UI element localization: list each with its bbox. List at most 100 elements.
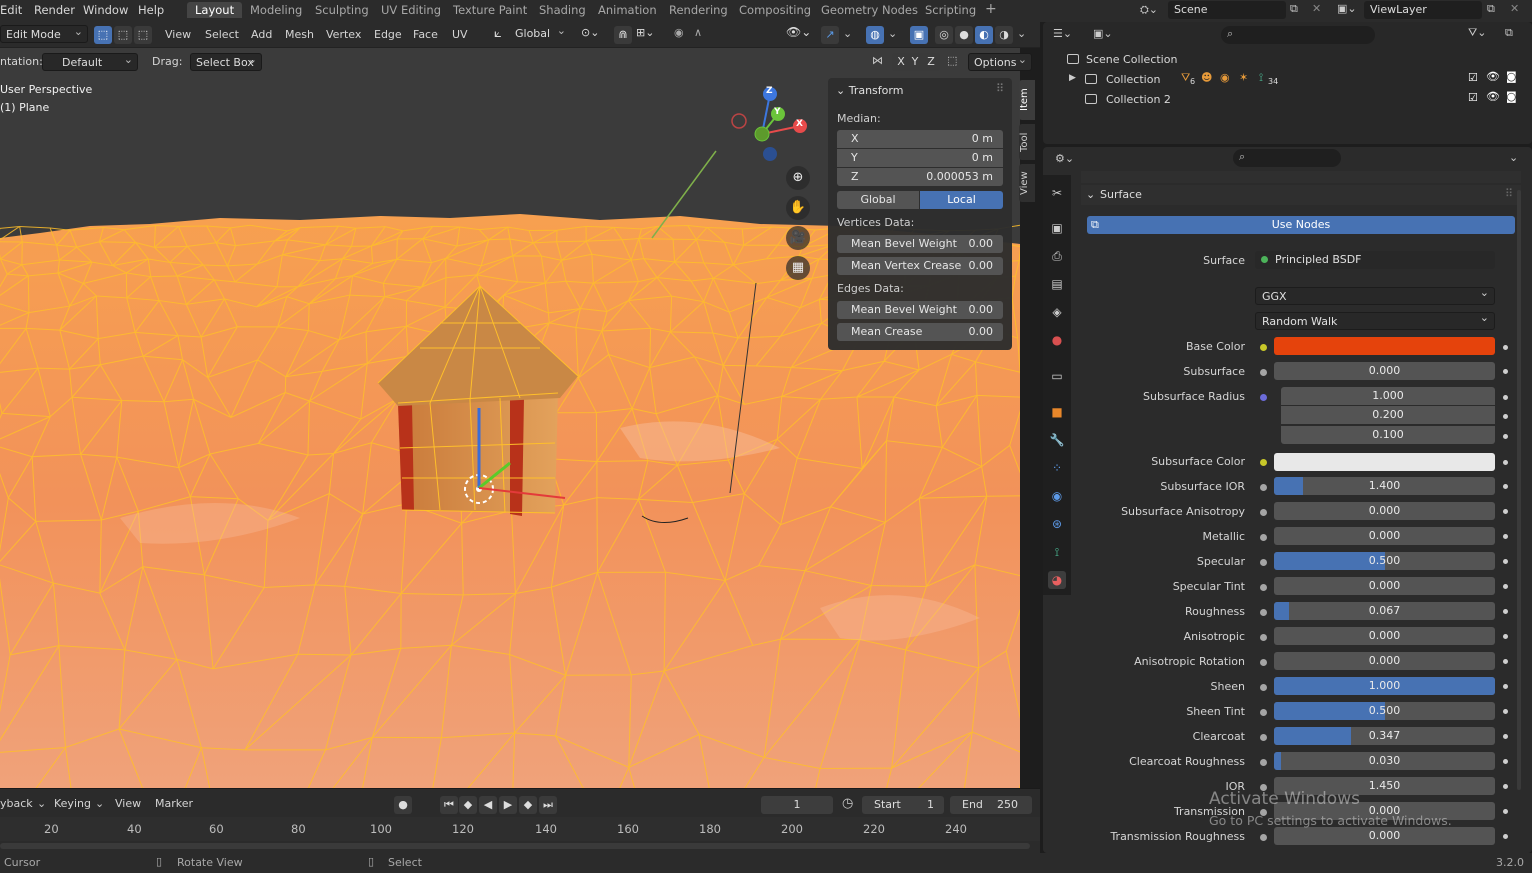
tab-view[interactable]: View [1019,164,1035,202]
keyframe-dot-icon[interactable] [1503,534,1508,539]
pivot-icon[interactable]: ⊙⌄ [581,26,599,39]
outliner-editor-icon[interactable]: ☰⌄ [1053,27,1072,40]
median-y-field[interactable]: Y 0 m [837,149,1003,167]
orientation-setting-dropdown[interactable]: Default [42,53,138,71]
next-keyframe-icon[interactable]: ◆ [519,796,537,814]
menu-help[interactable]: Help [138,3,164,17]
param-slider[interactable]: 0.500 [1274,552,1495,570]
keyframe-dot-icon[interactable] [1503,434,1508,439]
menu-window[interactable]: Window [83,3,128,17]
keyframe-dot-icon[interactable] [1503,414,1508,419]
prev-keyframe-icon[interactable]: ◆ [459,796,477,814]
marker-menu[interactable]: Marker [155,797,193,810]
tab-animation[interactable]: Animation [598,3,657,17]
modifier-tab-icon[interactable]: 🔧 [1048,431,1066,449]
param-slider[interactable]: 0.000 [1274,827,1495,845]
eye-icon[interactable]: 👁 [1486,70,1500,83]
edge-crease-field[interactable]: Mean Crease 0.00 [837,323,1003,341]
tab-scripting[interactable]: Scripting [925,3,976,17]
scene-icon[interactable]: ⛭⌄ [1140,3,1158,17]
drag-dropdown[interactable]: Select Box [190,53,262,71]
snap-target-icon[interactable]: ⊞⌄ [636,26,654,39]
param-socket[interactable] [1260,759,1267,766]
distribution-dropdown[interactable]: GGX [1255,286,1495,305]
expand-arrow-icon[interactable]: ▶ [1069,73,1076,83]
rendered-shading-icon[interactable]: ◑ [995,26,1013,44]
eye-icon[interactable]: 👁 [1486,90,1500,103]
tab-compositing[interactable]: Compositing [739,3,811,17]
param-socket[interactable] [1260,834,1267,841]
keyframe-dot-icon[interactable] [1503,809,1508,814]
timeline-scrollbar[interactable] [0,843,1030,849]
close-layer-icon[interactable]: ✕ [1510,2,1519,15]
keyframe-dot-icon[interactable] [1503,709,1508,714]
keyframe-dot-icon[interactable] [1503,369,1508,374]
display-mode-icon[interactable]: ▣⌄ [1093,27,1113,40]
menu-add[interactable]: Add [251,28,272,41]
keyframe-dot-icon[interactable] [1503,734,1508,739]
camera-render-icon[interactable]: ◙ [1506,70,1517,83]
param-slider[interactable]: 0.067 [1274,602,1495,620]
checkbox-icon[interactable]: ☑ [1468,71,1478,84]
param-socket[interactable] [1260,634,1267,641]
overlay-toggle-icon[interactable]: ◍ [866,26,884,44]
param-slider[interactable]: 0.000 [1274,577,1495,595]
drag-handle-icon[interactable]: ⠿ [1505,187,1513,200]
keyframe-dot-icon[interactable] [1503,634,1508,639]
material-tab-icon[interactable]: ◕ [1048,571,1066,589]
tab-uv-editing[interactable]: UV Editing [381,3,441,17]
keyframe-dot-icon[interactable] [1503,659,1508,664]
material-shading-icon[interactable]: ◐ [975,26,993,44]
subsurface-method-dropdown[interactable]: Random Walk [1255,311,1495,330]
vertex-select-icon[interactable]: ⬚ [94,26,112,44]
shading-menu-icon[interactable]: ⌄ [1017,27,1026,40]
param-socket[interactable] [1260,684,1267,691]
menu-render[interactable]: Render [34,3,75,17]
tab-shading[interactable]: Shading [539,3,586,17]
properties-menu-icon[interactable]: ⌄ [1509,151,1518,164]
param-slider[interactable]: 0.000 [1274,652,1495,670]
view-layer-field[interactable]: ViewLayer [1364,1,1482,19]
start-frame-field[interactable]: Start 1 [862,796,944,814]
surface-shader-field[interactable]: Principled BSDF [1255,251,1495,269]
view-layer-icon[interactable]: ▣⌄ [1337,2,1357,15]
constraints-tab-icon[interactable]: ⊛ [1048,515,1066,533]
edge-select-icon[interactable]: ⬚ [114,26,132,44]
checkbox-icon[interactable]: ☑ [1468,91,1478,104]
subsurface-radius-y[interactable]: 0.200 [1281,406,1495,424]
tab-tool[interactable]: Tool [1019,124,1035,160]
close-icon[interactable]: ✕ [1312,2,1321,15]
subsurface-color-socket[interactable] [1260,459,1267,466]
param-socket[interactable] [1260,484,1267,491]
tab-texture-paint[interactable]: Texture Paint [453,3,527,17]
auto-merge-icon[interactable]: ⬚ [947,54,957,67]
visibility-icon[interactable]: 👁⌄ [786,25,811,39]
outliner-search-input[interactable]: ⌕ [1221,26,1375,44]
tab-geometry-nodes[interactable]: Geometry Nodes [821,3,918,17]
param-socket[interactable] [1260,584,1267,591]
keyframe-dot-icon[interactable] [1503,484,1508,489]
menu-face[interactable]: Face [413,28,438,41]
timeline-view-menu[interactable]: View [115,797,141,810]
drag-handle-icon[interactable]: ⠿ [996,82,1004,95]
keyframe-dot-icon[interactable] [1503,784,1508,789]
collection-2-label[interactable]: Collection 2 [1106,93,1171,106]
options-dropdown[interactable]: Options [968,53,1032,71]
view-layer-tab-icon[interactable]: ▤ [1048,275,1066,293]
particles-tab-icon[interactable]: ⁘ [1048,459,1066,477]
subsurface-radius-z[interactable]: 0.100 [1281,426,1495,444]
scene-tab-icon[interactable]: ◈ [1048,303,1066,321]
menu-view[interactable]: View [165,28,191,41]
menu-vertex[interactable]: Vertex [326,28,361,41]
keyframe-dot-icon[interactable] [1503,559,1508,564]
jump-start-icon[interactable]: ⏮ [440,796,458,814]
mode-dropdown[interactable]: Edit Mode [0,25,88,43]
scene-collection-label[interactable]: Scene Collection [1086,53,1177,66]
collection-tab-icon[interactable]: ▭ [1048,367,1066,385]
param-socket[interactable] [1260,659,1267,666]
object-tab-icon[interactable]: ■ [1048,403,1066,421]
camera-icon[interactable]: 🎥 [786,226,810,250]
tool-tab-icon[interactable]: ✂ [1048,184,1066,202]
param-socket[interactable] [1260,609,1267,616]
grid-icon[interactable]: ▦ [786,256,810,280]
